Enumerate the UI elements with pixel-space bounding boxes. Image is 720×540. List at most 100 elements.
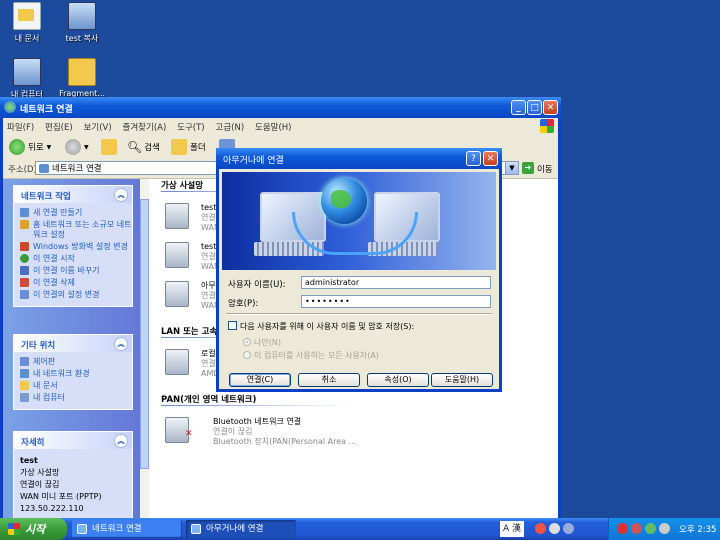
taskbar-button-network-connections[interactable]: 네트워크 연결 (72, 520, 182, 538)
panel-header[interactable]: 네트워크 작업 ︽ (14, 186, 132, 203)
scrollbar-thumb[interactable] (140, 199, 149, 469)
minimize-button[interactable]: _ (511, 100, 526, 115)
my-documents-icon (13, 2, 41, 30)
dialog-help-button[interactable]: 도움말(H) (431, 373, 493, 387)
menu-help[interactable]: 도움말(H) (251, 118, 295, 133)
chevron-down-icon: ▼ (84, 143, 89, 151)
task-rename-connection[interactable]: 이 연결 이름 바꾸기 (20, 266, 132, 276)
window-titlebar[interactable]: 네트워크 연결 _ □ ✕ (0, 97, 561, 118)
forward-button[interactable]: ▼ (65, 138, 89, 156)
place-my-documents[interactable]: 내 문서 (20, 381, 132, 391)
dialog-separator (226, 313, 492, 315)
taskbar-button-connect-dialog[interactable]: 아무거나에 연결 (186, 520, 296, 538)
ime-help-icon[interactable] (563, 523, 574, 534)
close-button[interactable]: ✕ (543, 100, 558, 115)
firewall-icon (20, 242, 29, 251)
collapse-chevron-icon[interactable]: ︽ (114, 188, 128, 202)
taskbar: 시작 네트워크 연결 아무거나에 연결 A 漢 오후 2:35 (0, 518, 720, 540)
cancel-button[interactable]: 취소 (298, 373, 360, 387)
security-alert-icon[interactable] (617, 523, 628, 534)
connect-button[interactable]: 연결(C) (229, 373, 291, 387)
windows-logo-icon (8, 523, 20, 535)
menu-tools[interactable]: 도구(T) (173, 118, 208, 133)
update-icon[interactable] (645, 523, 656, 534)
close-button[interactable]: ✕ (483, 151, 498, 166)
group-divider (161, 405, 351, 406)
dialog-titlebar[interactable]: 아무거나에 연결 ? ✕ (216, 148, 502, 169)
properties-button[interactable]: 속성(O) (367, 373, 429, 387)
globe-icon (321, 178, 367, 224)
task-start-connection[interactable]: 이 연결 시작 (20, 254, 132, 264)
task-label: 새 연결 만들기 (33, 208, 83, 217)
maximize-button[interactable]: □ (527, 100, 542, 115)
address-dropdown-button[interactable]: ▼ (505, 161, 519, 175)
task-label: 이 연결 시작 (33, 254, 75, 263)
language-tools-icon[interactable] (535, 523, 546, 534)
network-connections-icon (77, 524, 87, 534)
place-my-network[interactable]: 내 네트워크 환경 (20, 369, 132, 379)
panel-title: 자세히 (21, 438, 45, 448)
menu-view[interactable]: 보기(V) (80, 118, 116, 133)
go-button[interactable]: 이동 (537, 163, 553, 175)
save-credentials-label: 다음 사용자를 위해 이 사용자 이름 및 암호 저장(S): (240, 322, 415, 331)
place-my-computer[interactable]: 내 컴퓨터 (20, 393, 132, 403)
folders-label: 폴더 (190, 143, 206, 153)
panel-header[interactable]: 자세히 ︽ (14, 432, 132, 449)
go-arrow-icon[interactable]: ➔ (522, 162, 534, 174)
task-label: Windows 방화벽 설정 변경 (33, 242, 128, 251)
menu-favorites[interactable]: 즐겨찾기(A) (119, 118, 171, 133)
place-label: 내 컴퓨터 (33, 393, 65, 402)
group-header-lan: LAN 또는 고속 (161, 327, 218, 337)
search-icon: 🔍︎ (127, 140, 143, 154)
details-address: 123.50.222.110 (20, 504, 84, 513)
ime-options-icon[interactable] (549, 523, 560, 534)
antivirus-icon[interactable] (631, 523, 642, 534)
task-change-settings[interactable]: 이 연결의 설정 변경 (20, 290, 132, 300)
menu-advanced[interactable]: 고급(N) (212, 118, 249, 133)
radio-all-users[interactable] (243, 351, 251, 359)
group-header-vpn: 가상 사설망 (161, 181, 204, 191)
place-control-panel[interactable]: 제어판 (20, 357, 132, 367)
desktop-icon-fragment[interactable]: Fragment... (50, 58, 114, 98)
taskbar-button-label: 아무거나에 연결 (206, 524, 264, 534)
home-network-icon (20, 220, 29, 229)
password-field[interactable]: •••••••• (301, 295, 491, 308)
desktop-icon-test-copy[interactable]: test 복사 (50, 2, 114, 44)
task-home-network[interactable]: 홈 네트워크 또는 소규모 네트워크 설정 (20, 220, 132, 240)
menu-edit[interactable]: 편집(E) (41, 118, 77, 133)
new-connection-icon (20, 208, 29, 217)
radio-me-only[interactable] (243, 338, 251, 346)
panel-header[interactable]: 기타 위치 ︽ (14, 335, 132, 352)
folders-icon (171, 139, 187, 155)
language-bar[interactable]: A 漢 (500, 521, 525, 537)
search-button[interactable]: 🔍︎ 검색 (127, 138, 160, 156)
folders-button[interactable]: 폴더 (171, 138, 206, 156)
place-label: 내 네트워크 환경 (33, 369, 90, 378)
vpn-connection-icon (165, 242, 189, 268)
task-delete-connection[interactable]: 이 연결 삭제 (20, 278, 132, 288)
start-button[interactable]: 시작 (0, 518, 67, 540)
details-name: test (20, 456, 38, 465)
up-folder-icon (101, 139, 117, 155)
start-label: 시작 (25, 523, 46, 536)
network-tasks-panel: 네트워크 작업 ︽ 새 연결 만들기 홈 네트워크 또는 소규모 네트워크 설정… (13, 185, 133, 307)
place-label: 내 문서 (33, 381, 58, 390)
help-button[interactable]: ? (466, 151, 481, 166)
back-button[interactable]: 뒤로 ▼ (9, 138, 51, 156)
collapse-chevron-icon[interactable]: ︽ (114, 337, 128, 351)
up-folder-button[interactable] (101, 138, 120, 156)
network-shortcut-icon (68, 2, 96, 30)
other-places-panel: 기타 위치 ︽ 제어판 내 네트워크 환경 내 문서 내 컴퓨터 (13, 334, 133, 410)
menu-file[interactable]: 파일(F) (3, 118, 38, 133)
task-pane-scrollbar[interactable] (140, 179, 149, 518)
menu-bar: 파일(F) 편집(E) 보기(V) 즐겨찾기(A) 도구(T) 고급(N) 도움… (3, 118, 558, 136)
collapse-chevron-icon[interactable]: ︽ (114, 434, 128, 448)
clock[interactable]: 오후 2:35 (679, 523, 716, 535)
start-connection-icon (20, 254, 29, 263)
volume-icon[interactable] (659, 523, 670, 534)
details-panel: 자세히 ︽ test 가상 사설망 연결이 끊김 WAN 미니 포트 (PPTP… (13, 431, 133, 523)
save-credentials-checkbox[interactable] (228, 321, 237, 330)
task-new-connection[interactable]: 새 연결 만들기 (20, 208, 132, 218)
task-firewall[interactable]: Windows 방화벽 설정 변경 (20, 242, 132, 252)
username-field[interactable]: administrator (301, 276, 491, 289)
